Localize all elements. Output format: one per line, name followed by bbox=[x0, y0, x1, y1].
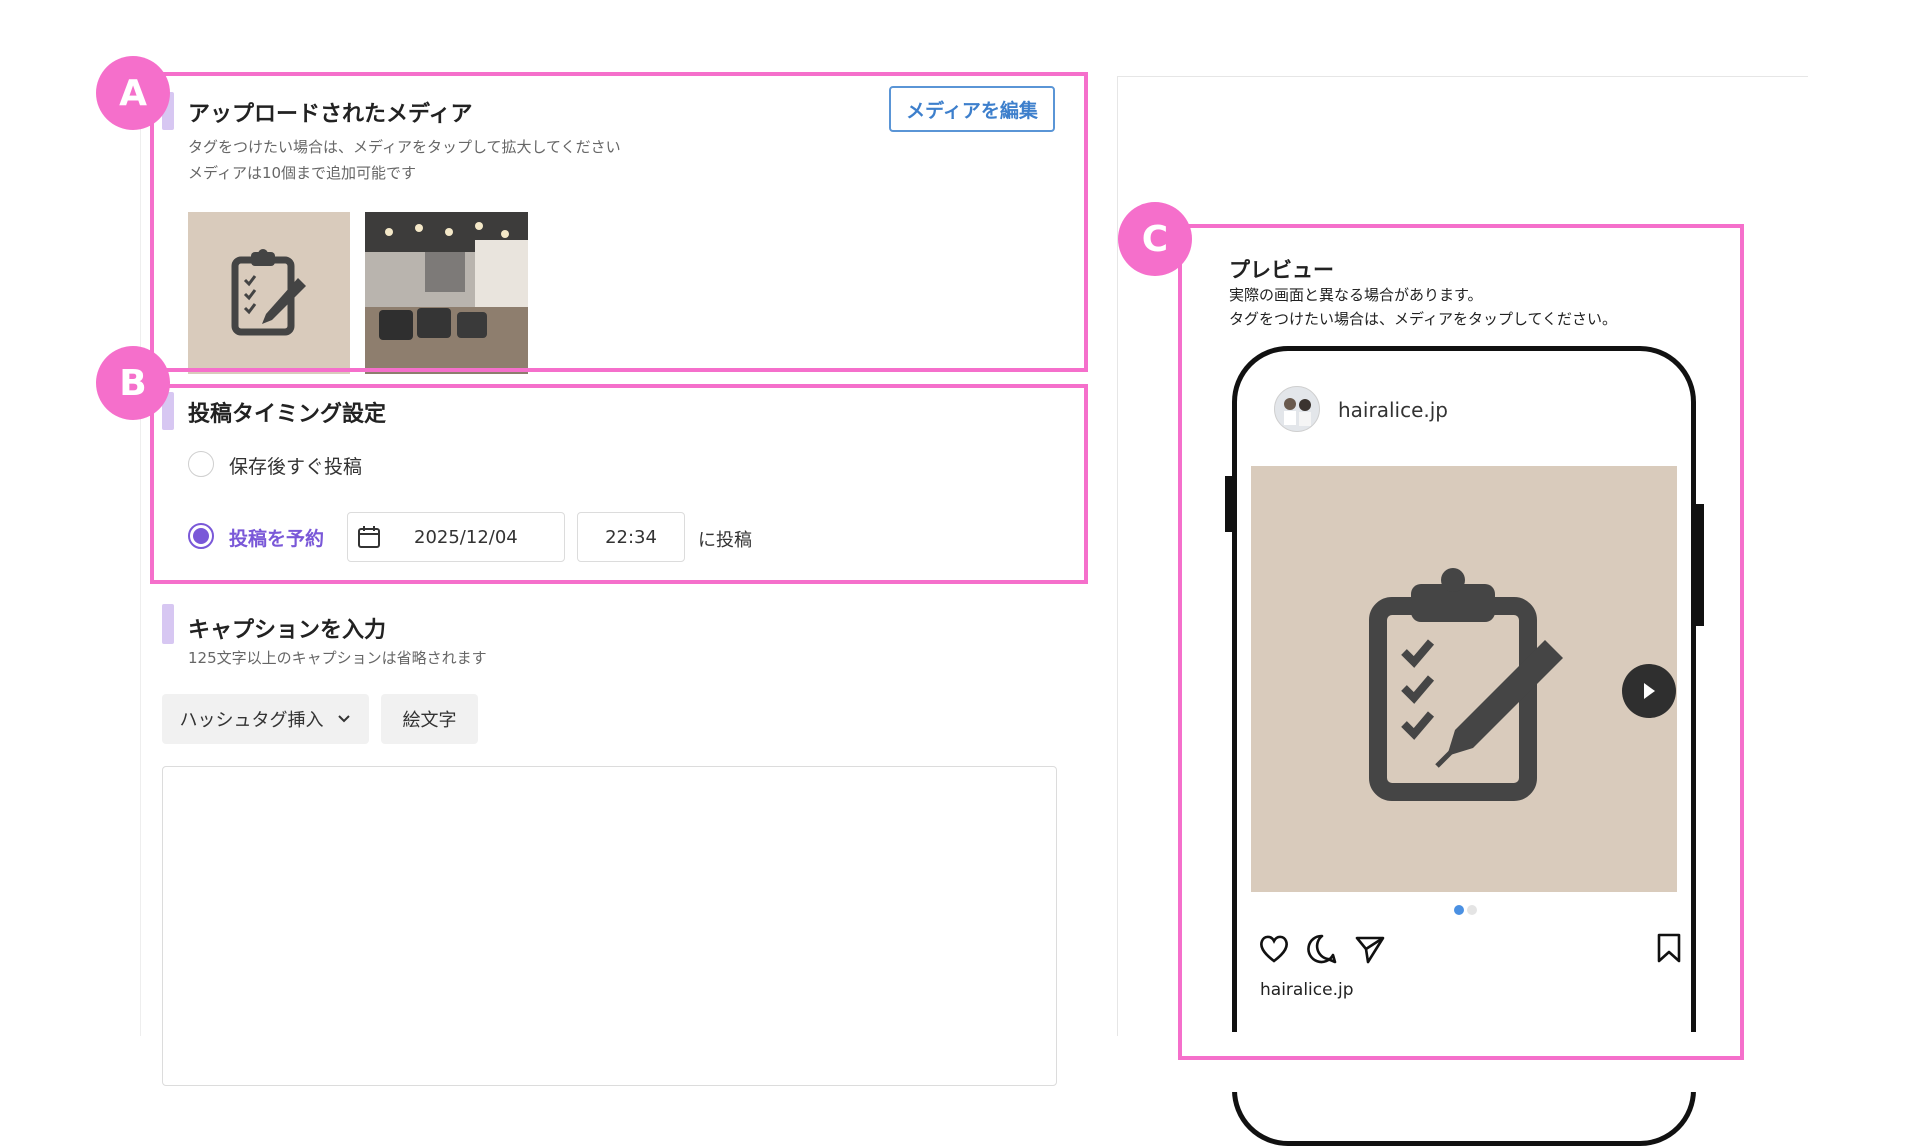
badge-a: A bbox=[96, 56, 170, 130]
caption-textarea[interactable] bbox=[162, 766, 1057, 1086]
hashtag-insert-button[interactable]: ハッシュタグ挿入 bbox=[162, 694, 369, 744]
highlight-box-b bbox=[150, 384, 1088, 584]
highlight-box-a bbox=[150, 72, 1088, 372]
badge-b: B bbox=[96, 346, 170, 420]
left-edge-divider bbox=[140, 76, 141, 1036]
highlight-box-c bbox=[1178, 224, 1744, 1060]
top-divider bbox=[1118, 76, 1808, 77]
caption-section-marker bbox=[162, 604, 174, 644]
caption-section-title: キャプションを入力 bbox=[188, 618, 387, 643]
column-divider bbox=[1117, 76, 1118, 1036]
badge-c: C bbox=[1118, 202, 1192, 276]
caption-note: 125文字以上のキャプションは省略されます bbox=[188, 649, 487, 667]
chevron-down-icon bbox=[337, 715, 350, 723]
emoji-button[interactable]: 絵文字 bbox=[381, 694, 478, 744]
hashtag-insert-label: ハッシュタグ挿入 bbox=[179, 710, 324, 731]
emoji-button-label: 絵文字 bbox=[402, 710, 457, 731]
